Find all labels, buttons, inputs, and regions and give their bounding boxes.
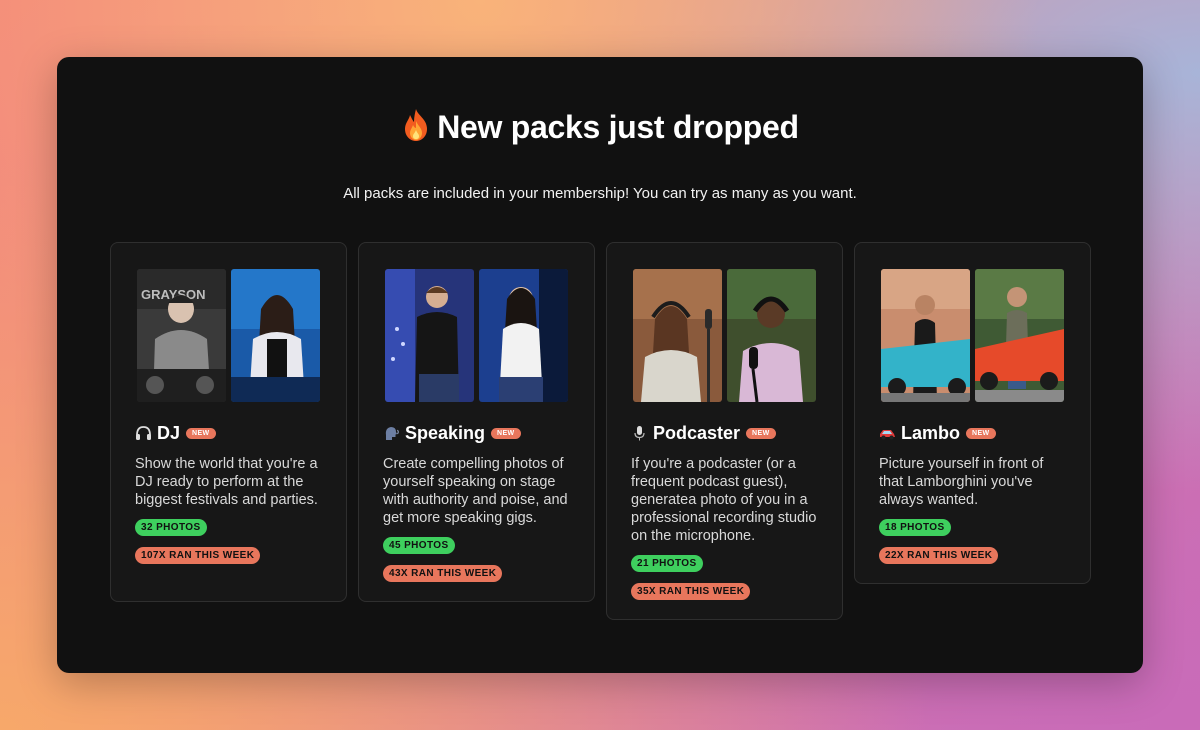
pack-photos: GRAYSON — [137, 269, 322, 402]
car-icon — [879, 425, 896, 442]
new-badge: NEW — [186, 427, 216, 439]
page-subtitle: All packs are included in your membershi… — [343, 185, 857, 202]
pack-description: If you're a podcaster (or a frequent pod… — [631, 456, 817, 544]
pack-photo: GRAYSON — [137, 269, 226, 402]
pack-photo — [881, 269, 970, 402]
pack-photo — [727, 269, 816, 402]
new-badge: NEW — [746, 427, 776, 439]
pack-card-podcaster[interactable]: Podcaster NEW If you're a podcaster (or … — [606, 242, 843, 620]
pack-title: Speaking — [405, 422, 486, 443]
ran-count-badge: 22X RAN THIS WEEK — [879, 547, 999, 564]
new-badge: NEW — [966, 427, 996, 439]
pack-photo — [479, 269, 568, 402]
fire-icon — [401, 108, 431, 142]
pack-photo — [633, 269, 722, 402]
pack-title: Podcaster — [653, 422, 741, 443]
pack-description: Create compelling photos of yourself spe… — [383, 456, 568, 526]
ran-count-badge: 107X RAN THIS WEEK — [135, 547, 261, 564]
photos-count-badge: 21 PHOTOS — [631, 555, 703, 572]
pack-card-speaking[interactable]: Speaking NEW Create compelling photos of… — [358, 242, 595, 602]
page-title: New packs just dropped — [0, 108, 1200, 146]
pack-title: DJ — [157, 422, 181, 443]
pack-photo — [231, 269, 320, 402]
pack-photo — [975, 269, 1064, 402]
pack-photos — [633, 269, 818, 402]
page-title-text: New packs just dropped — [437, 109, 799, 145]
pack-card-dj[interactable]: GRAYSON DJ NEW Show the world that you'r… — [110, 242, 347, 602]
pack-photos — [881, 269, 1066, 402]
headphones-icon — [135, 425, 152, 442]
pack-title: Lambo — [901, 422, 961, 443]
ran-count-badge: 43X RAN THIS WEEK — [383, 565, 503, 582]
pack-description: Show the world that you're a DJ ready to… — [135, 456, 318, 508]
new-badge: NEW — [491, 427, 521, 439]
pack-description: Picture yourself in front of that Lambor… — [879, 456, 1044, 508]
pack-photo — [385, 269, 474, 402]
photos-count-badge: 18 PHOTOS — [879, 519, 951, 536]
photos-count-badge: 32 PHOTOS — [135, 519, 207, 536]
pack-card-lambo[interactable]: Lambo NEW Picture yourself in front of t… — [854, 242, 1091, 584]
ran-count-badge: 35X RAN THIS WEEK — [631, 583, 751, 600]
pack-photos — [385, 269, 570, 402]
photos-count-badge: 45 PHOTOS — [383, 537, 455, 554]
speaking-head-icon — [383, 425, 400, 442]
microphone-icon — [631, 425, 648, 442]
